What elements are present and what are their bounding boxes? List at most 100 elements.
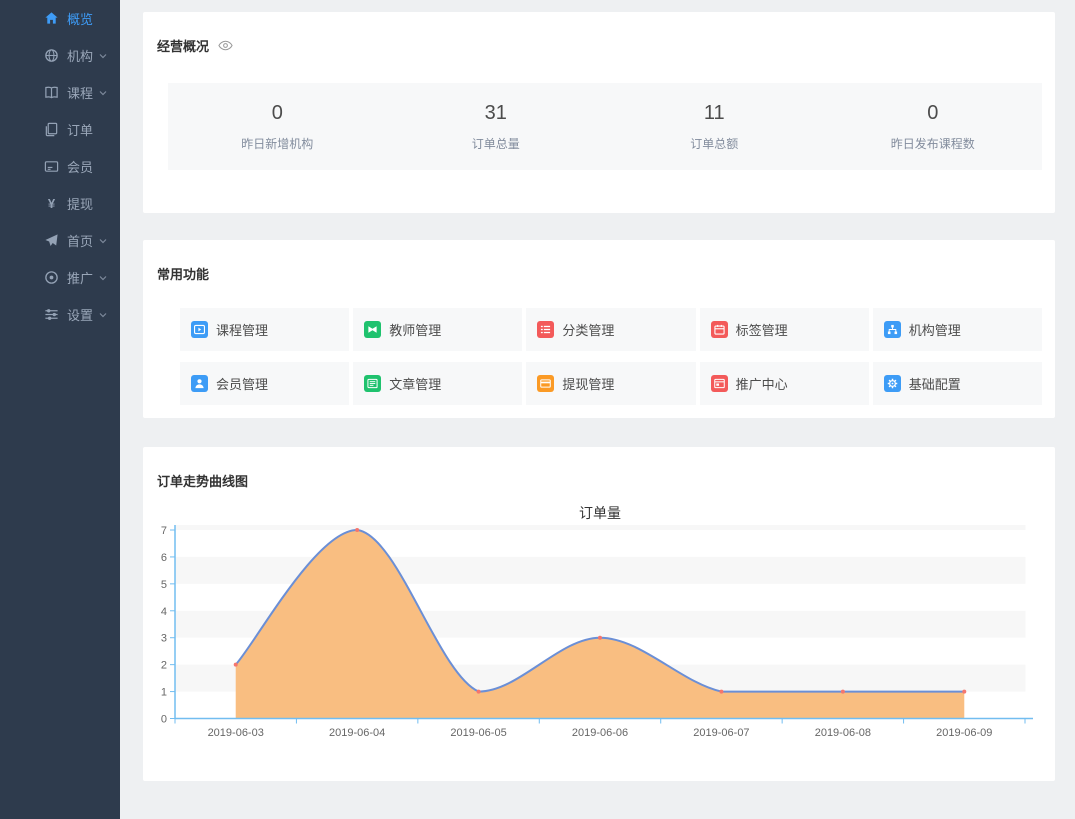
overview-title-row: 经营概况 — [157, 36, 233, 55]
quick-item-label: 机构管理 — [909, 320, 961, 339]
sidebar-item-label: 会员 — [67, 157, 93, 176]
quick-item-label: 标签管理 — [736, 320, 788, 339]
bankcard-icon — [537, 375, 554, 392]
sidebar-item-label: 机构 — [67, 46, 93, 65]
x-tick-label: 2019-06-09 — [936, 727, 992, 739]
stat-item: 0 昨日发布课程数 — [824, 83, 1043, 170]
sidebar-item-withdraw[interactable]: ¥ 提现 — [0, 185, 120, 222]
sidebar-item-label: 提现 — [67, 194, 93, 213]
quick-item-label: 推广中心 — [736, 374, 788, 393]
stats-box: 0 昨日新增机构 31 订单总量 11 订单总额 0 昨日发布课程数 — [168, 83, 1042, 170]
sidebar-item-label: 推广 — [67, 268, 93, 287]
quick-item-category[interactable]: 分类管理 — [526, 308, 695, 351]
sidebar-item-order[interactable]: 订单 — [0, 111, 120, 148]
globe-icon — [44, 48, 59, 63]
sidebar-item-course[interactable]: 课程 — [0, 74, 120, 111]
sidebar: 概览 机构 课程 订单 会员 ¥ 提现 首页 推广 设置 — [0, 0, 120, 819]
stat-item: 11 订单总额 — [605, 83, 824, 170]
data-point-marker — [719, 690, 723, 694]
sidebar-item-label: 首页 — [67, 231, 93, 250]
sidebar-item-member[interactable]: 会员 — [0, 148, 120, 185]
quick-item-promo[interactable]: 推广中心 — [700, 362, 869, 405]
data-point-marker — [234, 663, 238, 667]
chevron-down-icon — [98, 51, 108, 61]
stat-value: 0 — [272, 102, 283, 125]
quick-title-row: 常用功能 — [157, 264, 209, 283]
yen-icon: ¥ — [44, 196, 59, 211]
stat-label: 昨日发布课程数 — [891, 135, 975, 152]
gear-icon — [884, 375, 901, 392]
main-content: 经营概况 0 昨日新增机构 31 订单总量 11 订单总额 0 昨日发布课程数 … — [120, 0, 1075, 819]
business-overview-card: 经营概况 0 昨日新增机构 31 订单总量 11 订单总额 0 昨日发布课程数 — [143, 12, 1055, 213]
sidebar-item-label: 设置 — [67, 305, 93, 324]
quick-item-org[interactable]: 机构管理 — [873, 308, 1042, 351]
svg-text:¥: ¥ — [48, 196, 56, 211]
data-point-marker — [355, 528, 359, 532]
sidebar-item-settings[interactable]: 设置 — [0, 296, 120, 333]
quick-item-withdraw[interactable]: 提现管理 — [526, 362, 695, 405]
y-tick-label: 4 — [161, 606, 167, 618]
stat-item: 31 订单总量 — [387, 83, 606, 170]
y-tick-label: 1 — [161, 687, 167, 699]
quick-item-article[interactable]: 文章管理 — [353, 362, 522, 405]
overview-title: 经营概况 — [157, 36, 209, 55]
org-tree-icon — [884, 321, 901, 338]
order-trend-chart: 012345672019-06-032019-06-042019-06-0520… — [143, 487, 1055, 781]
quick-item-tag[interactable]: 标签管理 — [700, 308, 869, 351]
browser-icon — [711, 375, 728, 392]
quick-item-label: 教师管理 — [389, 320, 441, 339]
stat-label: 订单总额 — [690, 135, 738, 152]
y-tick-label: 6 — [161, 552, 167, 564]
x-tick-label: 2019-06-05 — [450, 727, 506, 739]
stat-item: 0 昨日新增机构 — [168, 83, 387, 170]
sidebar-item-label: 概览 — [67, 9, 93, 28]
quick-item-label: 课程管理 — [216, 320, 268, 339]
quick-item-course[interactable]: 课程管理 — [180, 308, 349, 351]
tag-calendar-icon — [711, 321, 728, 338]
stat-value: 0 — [927, 102, 938, 125]
quick-grid: 课程管理 教师管理 分类管理 标签管理 机构管理 会员管理 文章管理 — [180, 308, 1042, 405]
y-tick-label: 2 — [161, 660, 167, 672]
chart-title: 订单量 — [579, 505, 621, 521]
compass-icon — [44, 270, 59, 285]
data-point-marker — [477, 690, 481, 694]
y-tick-label: 5 — [161, 579, 167, 591]
x-tick-label: 2019-06-03 — [208, 727, 264, 739]
member-card-icon — [44, 159, 59, 174]
quick-item-config[interactable]: 基础配置 — [873, 362, 1042, 405]
y-tick-label: 7 — [161, 525, 167, 537]
sidebar-item-promotion[interactable]: 推广 — [0, 259, 120, 296]
send-icon — [44, 233, 59, 248]
x-tick-label: 2019-06-04 — [329, 727, 385, 739]
quick-title: 常用功能 — [157, 264, 209, 283]
quick-item-member[interactable]: 会员管理 — [180, 362, 349, 405]
dashboard-icon — [44, 11, 59, 26]
quick-item-label: 提现管理 — [562, 374, 614, 393]
chevron-down-icon — [98, 236, 108, 246]
article-icon — [364, 375, 381, 392]
data-point-marker — [598, 636, 602, 640]
sidebar-item-org[interactable]: 机构 — [0, 37, 120, 74]
stat-label: 昨日新增机构 — [241, 135, 313, 152]
grid-band — [176, 525, 1026, 530]
x-tick-label: 2019-06-06 — [572, 727, 628, 739]
sliders-icon — [44, 307, 59, 322]
quick-item-teacher[interactable]: 教师管理 — [353, 308, 522, 351]
data-point-marker — [962, 690, 966, 694]
sidebar-item-home[interactable]: 首页 — [0, 222, 120, 259]
quick-item-label: 会员管理 — [216, 374, 268, 393]
video-icon — [191, 321, 208, 338]
stat-value: 31 — [485, 102, 507, 125]
category-list-icon — [537, 321, 554, 338]
eye-icon[interactable] — [218, 40, 233, 51]
data-point-marker — [841, 690, 845, 694]
stat-label: 订单总量 — [472, 135, 520, 152]
chevron-down-icon — [98, 310, 108, 320]
quick-functions-card: 常用功能 课程管理 教师管理 分类管理 标签管理 机构管理 会员管理 — [143, 240, 1055, 418]
quick-item-label: 基础配置 — [909, 374, 961, 393]
sidebar-item-overview[interactable]: 概览 — [0, 0, 120, 37]
person-icon — [191, 375, 208, 392]
sidebar-item-label: 订单 — [67, 120, 93, 139]
quick-item-label: 文章管理 — [389, 374, 441, 393]
order-trend-card: 订单走势曲线图 012345672019-06-032019-06-042019… — [143, 447, 1055, 781]
